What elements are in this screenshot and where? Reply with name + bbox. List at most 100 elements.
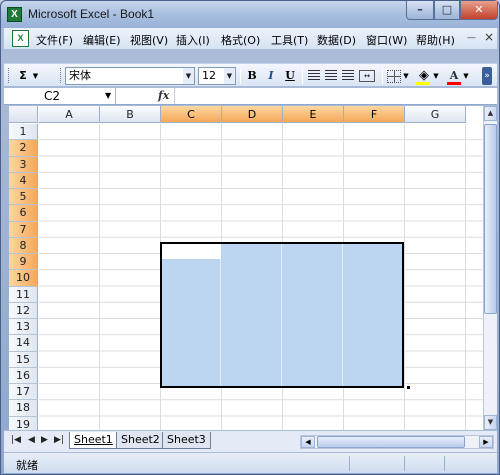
column-header-e[interactable]: E [283,106,344,123]
column-header-c[interactable]: C [161,106,222,123]
autosum-button[interactable]: Σ [15,68,31,84]
minimize-button[interactable]: – [406,1,434,20]
column-header-d[interactable]: D [222,106,283,123]
vertical-scrollbar[interactable]: ▲ ▼ [483,106,497,430]
fill-handle[interactable] [406,385,411,390]
menu-view[interactable]: 视图(V) [130,32,168,48]
sheet-tab-sheet1[interactable]: Sheet1 [69,432,118,449]
selection-gridlines [162,244,402,386]
row-header-9[interactable]: 9 [9,254,38,271]
sheet-tab-sheet3[interactable]: Sheet3 [162,432,211,449]
menu-format[interactable]: 格式(O) [221,32,260,48]
active-cell-c2[interactable] [160,242,221,259]
scroll-left-icon[interactable]: ◀ [301,436,315,448]
row-header-11[interactable]: 11 [9,286,38,303]
horizontal-scroll-thumb[interactable] [317,436,465,448]
select-all-corner[interactable] [9,106,38,123]
status-panel [444,456,445,471]
toolbar-separator [240,68,241,84]
row-header-15[interactable]: 15 [9,351,38,368]
toolbar-options-icon[interactable]: » [482,67,492,85]
menu-help[interactable]: 帮助(H) [416,32,455,48]
close-button[interactable]: ✕ [460,1,498,20]
horizontal-scrollbar[interactable]: ◀ ▶ [300,435,494,449]
last-sheet-icon[interactable]: ▶| [54,435,64,445]
vertical-scroll-thumb[interactable] [484,124,497,314]
menu-data[interactable]: 数据(D) [317,32,356,48]
font-name-dropdown-icon[interactable]: ▼ [183,68,194,84]
row-header-5[interactable]: 5 [9,189,38,206]
row-header-8[interactable]: 8 [9,237,38,254]
menu-window[interactable]: 窗口(W) [366,32,407,48]
formula-bar: C2 ▼ fx [4,88,497,105]
workbook-icon[interactable]: X [12,30,29,47]
row-header-4[interactable]: 4 [9,172,38,189]
font-size-value: 12 [202,69,216,82]
menu-tools[interactable]: 工具(T) [271,32,308,48]
sheet-tab-sheet2[interactable]: Sheet2 [116,432,165,449]
column-header-b[interactable]: B [100,106,161,123]
excel-app-icon: X [7,7,22,22]
italic-button[interactable]: I [263,68,279,84]
borders-dropdown-icon[interactable]: ▼ [402,68,410,84]
doc-minimize-icon[interactable]: — [467,33,476,43]
status-text: 就绪 [16,459,38,472]
prev-sheet-icon[interactable]: ◀ [28,435,35,445]
toolbar-grip-2[interactable] [60,68,63,83]
worksheet-grid[interactable]: ABCDEFG1234567891011121314151617181920 [9,106,483,430]
font-color-swatch [447,82,461,85]
merge-center-icon[interactable]: ↔ [359,70,375,82]
row-header-13[interactable]: 13 [9,319,38,336]
fill-color-dropdown-icon[interactable]: ▼ [432,68,440,84]
row-header-1[interactable]: 1 [9,124,38,141]
row-header-17[interactable]: 17 [9,384,38,401]
autosum-dropdown-icon[interactable]: ▼ [31,68,40,84]
column-header-g[interactable]: G [405,106,466,123]
doc-close-icon[interactable]: × [484,30,494,44]
scroll-down-icon[interactable]: ▼ [484,415,497,430]
menu-bar: X 文件(F) 编辑(E) 视图(V) 插入(I) 格式(O) 工具(T) 数据… [4,28,497,50]
font-size-combo[interactable]: 12 ▼ [198,67,236,85]
row-header-2[interactable]: 2 [9,140,38,157]
excel-window: X Microsoft Excel - Book1 – □ ✕ X 文件(F) … [0,0,500,475]
toolbar-grip[interactable] [8,68,11,83]
menu-file[interactable]: 文件(F) [36,32,73,48]
status-panel [404,456,405,471]
window-title: Microsoft Excel - Book1 [28,7,155,21]
align-right-icon[interactable] [342,70,354,81]
fill-color-swatch [416,82,430,85]
row-header-10[interactable]: 10 [9,270,38,287]
row-header-14[interactable]: 14 [9,335,38,352]
insert-function-icon[interactable]: fx [158,88,169,104]
row-header-3[interactable]: 3 [9,156,38,173]
row-header-6[interactable]: 6 [9,205,38,222]
menu-edit[interactable]: 编辑(E) [83,32,121,48]
row-header-16[interactable]: 16 [9,367,38,384]
name-box[interactable]: C2 [8,88,116,104]
align-center-icon[interactable] [325,70,337,81]
scroll-right-icon[interactable]: ▶ [479,436,493,448]
maximize-button[interactable]: □ [434,1,460,20]
bold-button[interactable]: B [244,68,260,84]
row-header-19[interactable]: 19 [9,416,38,430]
title-bar[interactable]: X Microsoft Excel - Book1 – □ ✕ [1,1,499,28]
next-sheet-icon[interactable]: ▶ [41,435,48,445]
status-bar: 就绪 [4,452,497,473]
column-header-f[interactable]: F [344,106,405,123]
font-color-dropdown-icon[interactable]: ▼ [462,68,470,84]
underline-button[interactable]: U [282,68,298,84]
align-left-icon[interactable] [308,70,320,81]
font-name-combo[interactable]: 宋体 ▼ [65,67,195,85]
name-box-dropdown-icon[interactable]: ▼ [105,88,111,104]
scroll-up-icon[interactable]: ▲ [484,106,497,121]
first-sheet-icon[interactable]: |◀ [11,435,21,445]
menu-insert[interactable]: 插入(I) [176,32,210,48]
column-header-a[interactable]: A [39,106,100,123]
row-header-18[interactable]: 18 [9,400,38,417]
status-panel [349,456,350,471]
row-header-7[interactable]: 7 [9,221,38,238]
font-size-dropdown-icon[interactable]: ▼ [224,68,235,84]
row-header-12[interactable]: 12 [9,302,38,319]
borders-icon[interactable] [387,70,401,83]
formula-input[interactable] [174,88,497,104]
